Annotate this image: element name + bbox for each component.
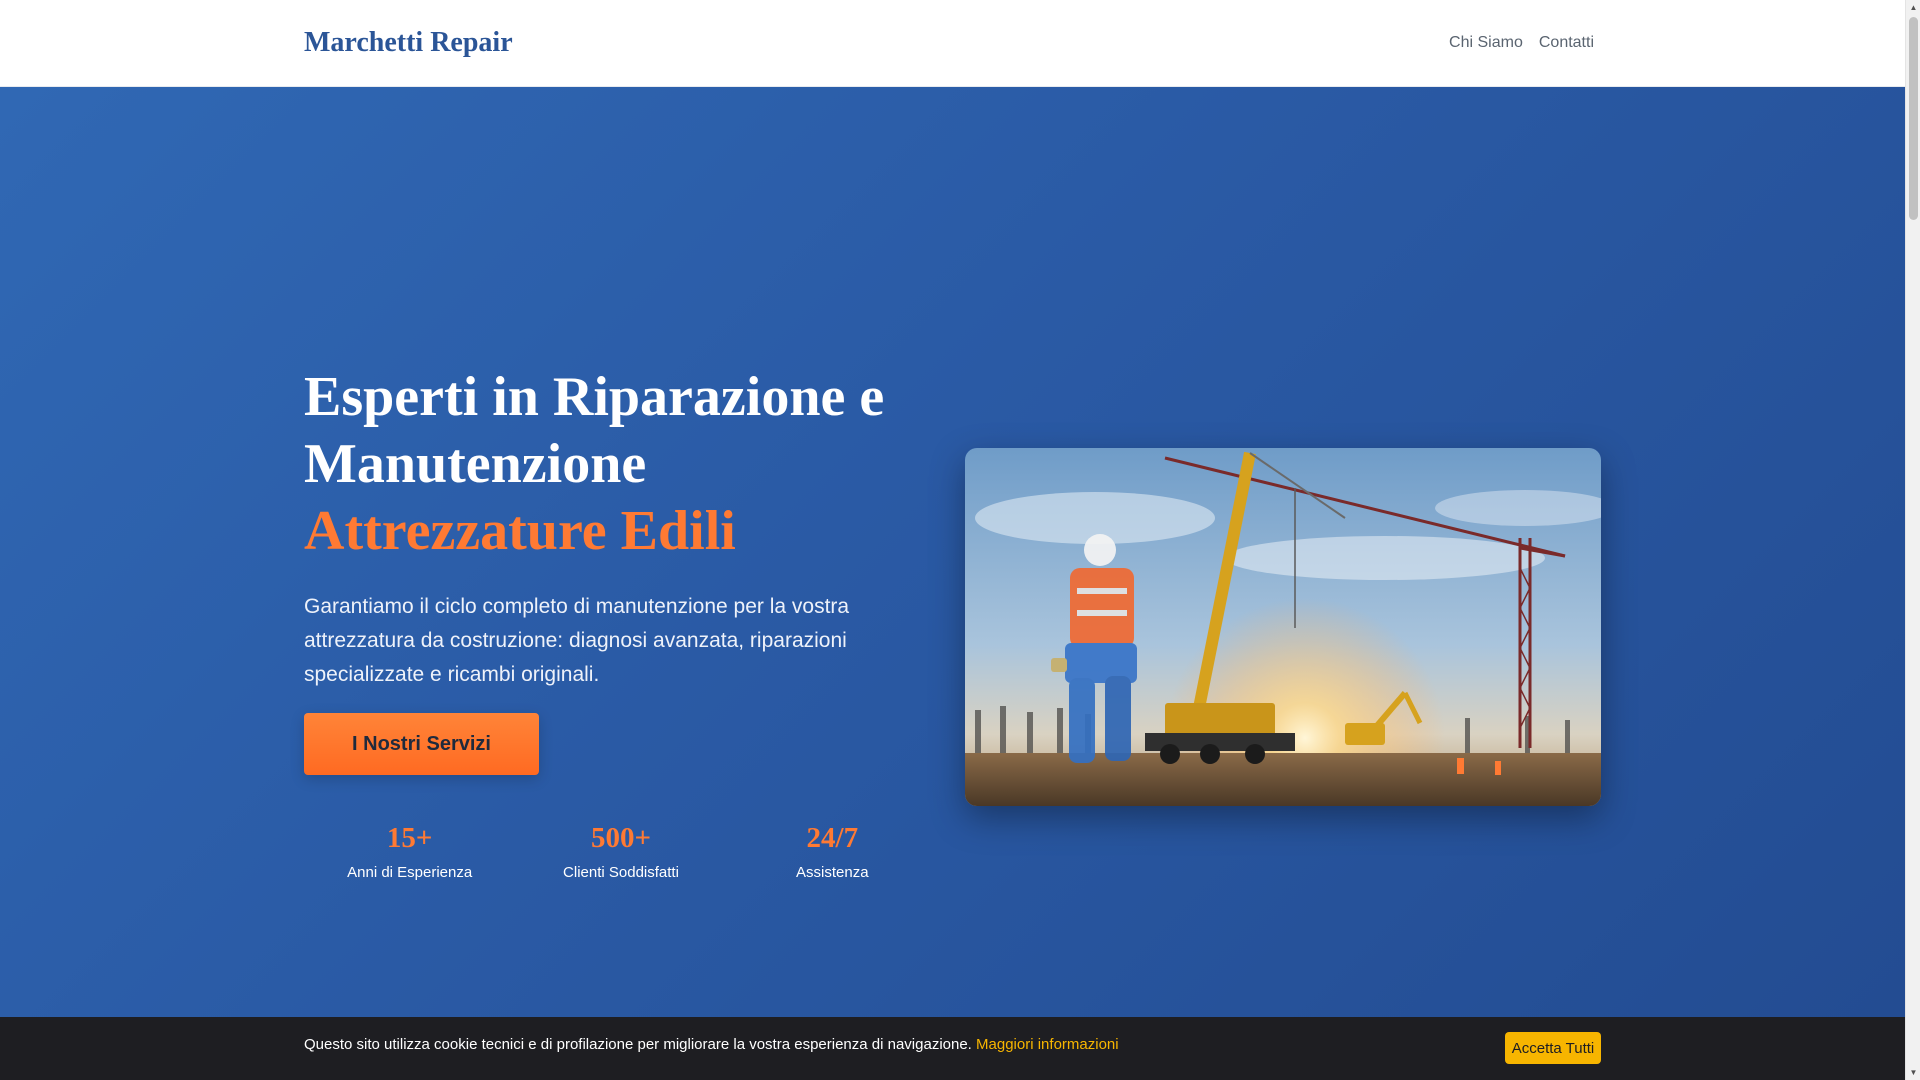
nav-link-contatti[interactable]: Contatti [1539, 32, 1594, 54]
main-nav: Chi Siamo Contatti [1449, 32, 1594, 54]
cookie-more-info-link[interactable]: Maggiori informazioni [976, 1036, 1119, 1053]
stat-label: Anni di Esperienza [347, 864, 473, 881]
nav-link-chi-siamo[interactable]: Chi Siamo [1449, 32, 1523, 54]
stats-row: 15+ Anni di Esperienza 500+ Clienti Sodd… [304, 820, 938, 882]
hero-title-line2: Manutenzione [304, 433, 647, 495]
stat-value: 24/7 [806, 822, 859, 854]
page-scrollbar[interactable]: ▲ ▼ [1905, 0, 1920, 1080]
scroll-up-icon[interactable]: ▲ [1906, 0, 1920, 15]
hero-section: Esperti in Riparazione e Manutenzione At… [0, 87, 1905, 1017]
services-button[interactable]: I Nostri Servizi [304, 713, 539, 775]
cookie-text: Questo sito utilizza cookie tecnici e di… [304, 1035, 1119, 1055]
brand-logo[interactable]: Marchetti Repair [304, 24, 513, 62]
site-header: Marchetti Repair Chi Siamo Contatti [0, 0, 1905, 87]
stat-experience: 15+ Anni di Esperienza [304, 820, 515, 882]
stat-label: Clienti Soddisfatti [563, 864, 679, 881]
scrollbar-thumb[interactable] [1909, 17, 1918, 220]
cookie-bar: Questo sito utilizza cookie tecnici e di… [0, 1017, 1905, 1080]
hero-description: Garantiamo il ciclo completo di manutenz… [304, 595, 850, 686]
stat-label: Assistenza [796, 864, 869, 881]
stat-clients: 500+ Clienti Soddisfatti [515, 820, 726, 882]
cookie-message: Questo sito utilizza cookie tecnici e di… [304, 1036, 972, 1053]
hero-title: Esperti in Riparazione e Manutenzione At… [304, 364, 944, 565]
accept-cookies-button[interactable]: Accetta Tutti [1505, 1032, 1601, 1064]
stat-value: 500+ [590, 822, 651, 854]
hero-title-line1: Esperti in Riparazione e [304, 366, 885, 428]
scroll-down-icon[interactable]: ▼ [1906, 1065, 1920, 1080]
hero-title-accent: Attrezzature Edili [304, 500, 736, 562]
construction-site-image [965, 448, 1601, 806]
stat-value: 15+ [386, 822, 433, 854]
stat-support: 24/7 Assistenza [727, 820, 938, 882]
